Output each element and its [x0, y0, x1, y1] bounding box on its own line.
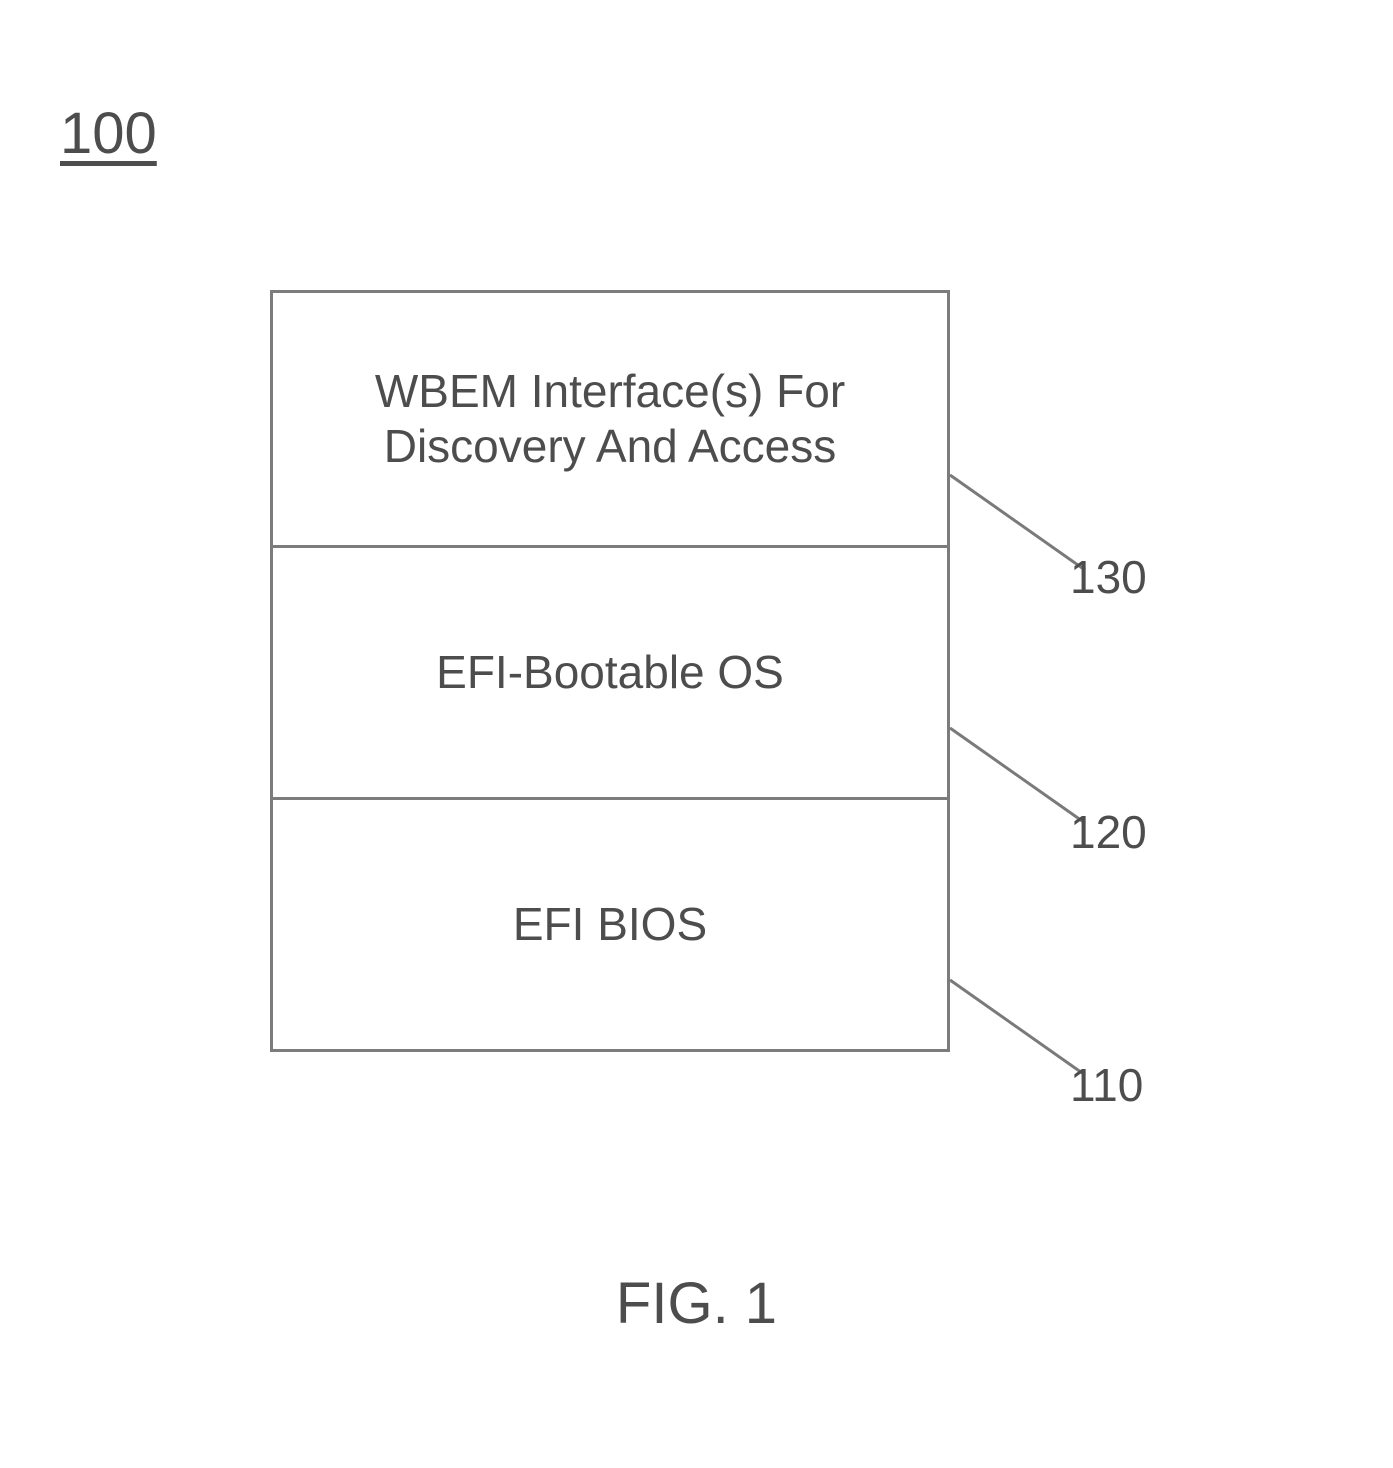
layer-stack: WBEM Interface(s) ForDiscovery And Acces… — [270, 290, 950, 1052]
ref-130: 130 — [1070, 550, 1147, 604]
layer-middle: EFI-Bootable OS — [273, 545, 947, 797]
ref-110: 110 — [1070, 1058, 1143, 1112]
layer-top: WBEM Interface(s) ForDiscovery And Acces… — [273, 293, 947, 545]
layer-middle-label: EFI-Bootable OS — [436, 645, 784, 700]
leader-line-120 — [950, 728, 1085, 823]
leader-line-130 — [950, 475, 1085, 570]
leader-line-110 — [950, 980, 1085, 1075]
figure-number: 100 — [60, 100, 157, 167]
ref-120: 120 — [1070, 805, 1147, 859]
layer-bottom-label: EFI BIOS — [513, 897, 707, 952]
figure-canvas: 100 WBEM Interface(s) ForDiscovery And A… — [0, 0, 1393, 1468]
figure-caption: FIG. 1 — [0, 1270, 1393, 1337]
layer-top-label: WBEM Interface(s) ForDiscovery And Acces… — [375, 364, 845, 474]
layer-bottom: EFI BIOS — [273, 797, 947, 1049]
